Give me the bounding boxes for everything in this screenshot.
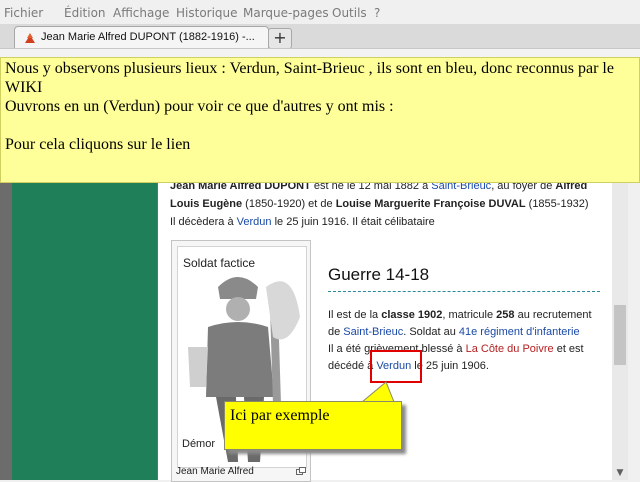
tree-icon — [25, 33, 35, 43]
image-caption-top: Soldat factice — [183, 256, 256, 270]
section-p1c: au recrutement — [514, 309, 592, 321]
annotation-line-3: Pour cela cliquons sur le lien — [5, 136, 191, 153]
menu-affichage[interactable]: Affichage — [113, 6, 169, 20]
highlight-box-verdun — [370, 350, 422, 383]
intro-line-3: Il décèdera à Verdun le 25 juin 1916. Il… — [170, 216, 435, 228]
section-p2-mid: . Soldat au — [403, 326, 459, 338]
section-line-1: Il est de la classe 1902, matricule 258 … — [328, 309, 592, 321]
image-caption-bottom: Démor — [182, 438, 216, 450]
intro-line-2: Louis Eugène (1850-1920) et de Louise Ma… — [170, 198, 589, 210]
tab-title: Jean Marie Alfred DUPONT (1882-1916) -..… — [41, 31, 255, 43]
callout-text: Ici par exemple — [230, 407, 330, 424]
section-line-2: de Saint-Brieuc. Soldat au 41e régiment … — [328, 326, 580, 338]
link-saint-brieuc[interactable]: Saint-Brieuc — [343, 326, 403, 338]
annotation-line-1: Nous y observons plusieurs lieux : Verdu… — [5, 60, 614, 96]
enlarge-icon[interactable] — [296, 467, 306, 475]
link-cote-du-poivre[interactable]: La Côte du Poivre — [466, 343, 554, 355]
section-p3-post: et est — [553, 343, 584, 355]
section-line-3: Il a été grièvement blessé à La Côte du … — [328, 343, 584, 355]
section-p2-de: de — [328, 326, 344, 338]
section-matricule: 258 — [496, 309, 515, 321]
section-divider — [328, 291, 600, 292]
link-regiment[interactable]: 41e régiment d'infanterie — [459, 326, 580, 338]
link-verdun-intro[interactable]: Verdun — [237, 216, 272, 228]
menu-outils[interactable]: Outils — [332, 6, 367, 20]
section-p1b: , matricule — [442, 309, 497, 321]
death-post: le 25 juin 1916. Il était célibataire — [271, 216, 435, 228]
tutorial-annotation: Nous y observons plusieurs lieux : Verdu… — [0, 57, 640, 183]
menu-historique[interactable]: Historique — [176, 6, 238, 20]
section-class: classe 1902 — [381, 309, 443, 321]
callout-box: Ici par exemple — [224, 401, 402, 450]
death-pre: Il décèdera à — [170, 216, 237, 228]
menu-edition[interactable]: Édition — [64, 6, 106, 20]
annotation-blank-line — [5, 116, 635, 135]
scrollbar-thumb[interactable] — [614, 305, 626, 365]
father-years: (1850-1920) et de — [242, 198, 336, 210]
mother-years: (1855-1932) — [525, 198, 589, 210]
menu-fichier[interactable]: Fichier — [4, 6, 43, 20]
section-p1: Il est de la — [328, 309, 382, 321]
tab-active[interactable]: Jean Marie Alfred DUPONT (1882-1916) -..… — [14, 26, 269, 49]
section-title: Guerre 14-18 — [328, 265, 430, 284]
image-footer-caption: Jean Marie Alfred — [176, 466, 254, 477]
mother-name: Louise Marguerite Françoise DUVAL — [335, 198, 526, 210]
scroll-down-arrow[interactable]: ▼ — [612, 466, 628, 480]
section-p4-post: le 25 juin 1906. — [411, 360, 489, 372]
annotation-line-2: Ouvrons en un (Verdun) pour voir ce que … — [5, 98, 394, 115]
menu-help[interactable]: ? — [374, 6, 380, 20]
father-name: Louis Eugène — [170, 198, 243, 210]
menu-marque-pages[interactable]: Marque-pages — [243, 6, 329, 20]
tab-strip: Jean Marie Alfred DUPONT (1882-1916) -..… — [0, 24, 640, 49]
menu-bar: Fichier Édition Affichage Historique Mar… — [0, 0, 640, 24]
new-tab-button[interactable]: + — [268, 28, 292, 49]
